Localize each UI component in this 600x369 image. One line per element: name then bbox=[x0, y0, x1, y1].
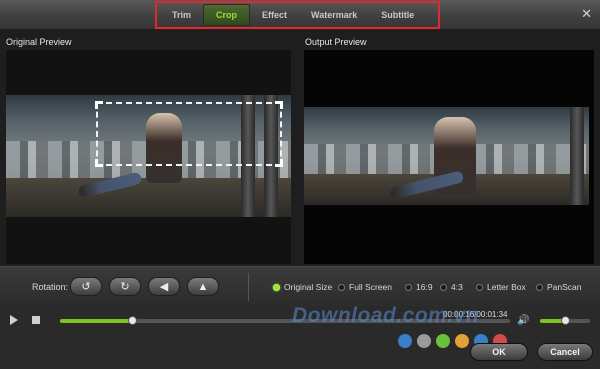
close-icon[interactable]: ✕ bbox=[581, 7, 592, 21]
original-video-frame bbox=[6, 95, 291, 217]
rotate-left-button[interactable]: ↺ bbox=[70, 277, 102, 296]
flip-horizontal-icon: ◀ bbox=[159, 281, 169, 293]
aspect-option-label: Letter Box bbox=[487, 282, 526, 292]
watermark-dot bbox=[398, 334, 412, 348]
rotation-label: Rotation: bbox=[32, 282, 69, 292]
crop-controls-bar: Rotation: ↺ ↻ ◀ ▲ Original Size Full Scr… bbox=[0, 266, 600, 306]
editor-tab-bar: Trim Crop Effect Watermark Subtitle ✕ bbox=[0, 0, 600, 30]
radio-icon bbox=[405, 283, 412, 291]
watermark-text: Download.com.vn bbox=[292, 304, 480, 327]
output-preview bbox=[304, 50, 594, 264]
aspect-option-label: PanScan bbox=[547, 282, 582, 292]
cancel-button[interactable]: Cancel bbox=[537, 343, 593, 361]
crop-handle-top-left[interactable] bbox=[95, 101, 103, 109]
aspect-16-9[interactable]: 16:9 bbox=[405, 282, 433, 292]
seek-progress bbox=[60, 319, 132, 323]
original-preview-label: Original Preview bbox=[6, 37, 72, 47]
aspect-option-label: 4:3 bbox=[451, 282, 463, 292]
watermark-dot bbox=[436, 334, 450, 348]
play-icon[interactable] bbox=[10, 315, 18, 325]
pillar bbox=[570, 107, 584, 205]
original-preview bbox=[6, 50, 291, 264]
aspect-panscan[interactable]: PanScan bbox=[536, 282, 582, 292]
output-video-frame bbox=[304, 107, 589, 205]
aspect-option-label: Original Size bbox=[284, 282, 333, 292]
flip-vertical-icon: ▲ bbox=[197, 280, 209, 293]
tabs-highlight-box bbox=[155, 1, 440, 29]
radio-icon bbox=[440, 283, 447, 291]
aspect-original-size[interactable]: Original Size bbox=[273, 282, 332, 292]
volume-icon[interactable]: 🔊 bbox=[517, 315, 529, 326]
rotate-right-icon: ↻ bbox=[120, 281, 130, 293]
divider bbox=[248, 273, 249, 301]
ok-button[interactable]: OK bbox=[470, 343, 528, 361]
stop-icon[interactable] bbox=[32, 316, 40, 324]
rotate-left-icon: ↺ bbox=[81, 281, 91, 293]
crop-selection-frame[interactable] bbox=[95, 101, 283, 167]
crop-handle-bottom-left[interactable] bbox=[95, 159, 103, 167]
crop-handle-top-right[interactable] bbox=[275, 101, 283, 109]
watermark-dot bbox=[455, 334, 469, 348]
radio-selected-icon bbox=[273, 283, 280, 291]
watermark-dot bbox=[417, 334, 431, 348]
crop-handle-bottom-right[interactable] bbox=[275, 159, 283, 167]
seek-handle[interactable] bbox=[128, 316, 137, 325]
flip-horizontal-button[interactable]: ◀ bbox=[148, 277, 180, 296]
radio-icon bbox=[476, 283, 483, 291]
aspect-full-screen[interactable]: Full Screen bbox=[338, 282, 392, 292]
volume-handle[interactable] bbox=[561, 316, 570, 325]
aspect-letter-box[interactable]: Letter Box bbox=[476, 282, 526, 292]
aspect-4-3[interactable]: 4:3 bbox=[440, 282, 463, 292]
output-preview-label: Output Preview bbox=[305, 37, 367, 47]
radio-icon bbox=[338, 283, 345, 291]
radio-icon bbox=[536, 283, 543, 291]
aspect-option-label: Full Screen bbox=[349, 282, 392, 292]
aspect-option-label: 16:9 bbox=[416, 282, 433, 292]
volume-slider[interactable] bbox=[540, 316, 590, 325]
rotate-right-button[interactable]: ↻ bbox=[109, 277, 141, 296]
flip-vertical-button[interactable]: ▲ bbox=[187, 277, 219, 296]
